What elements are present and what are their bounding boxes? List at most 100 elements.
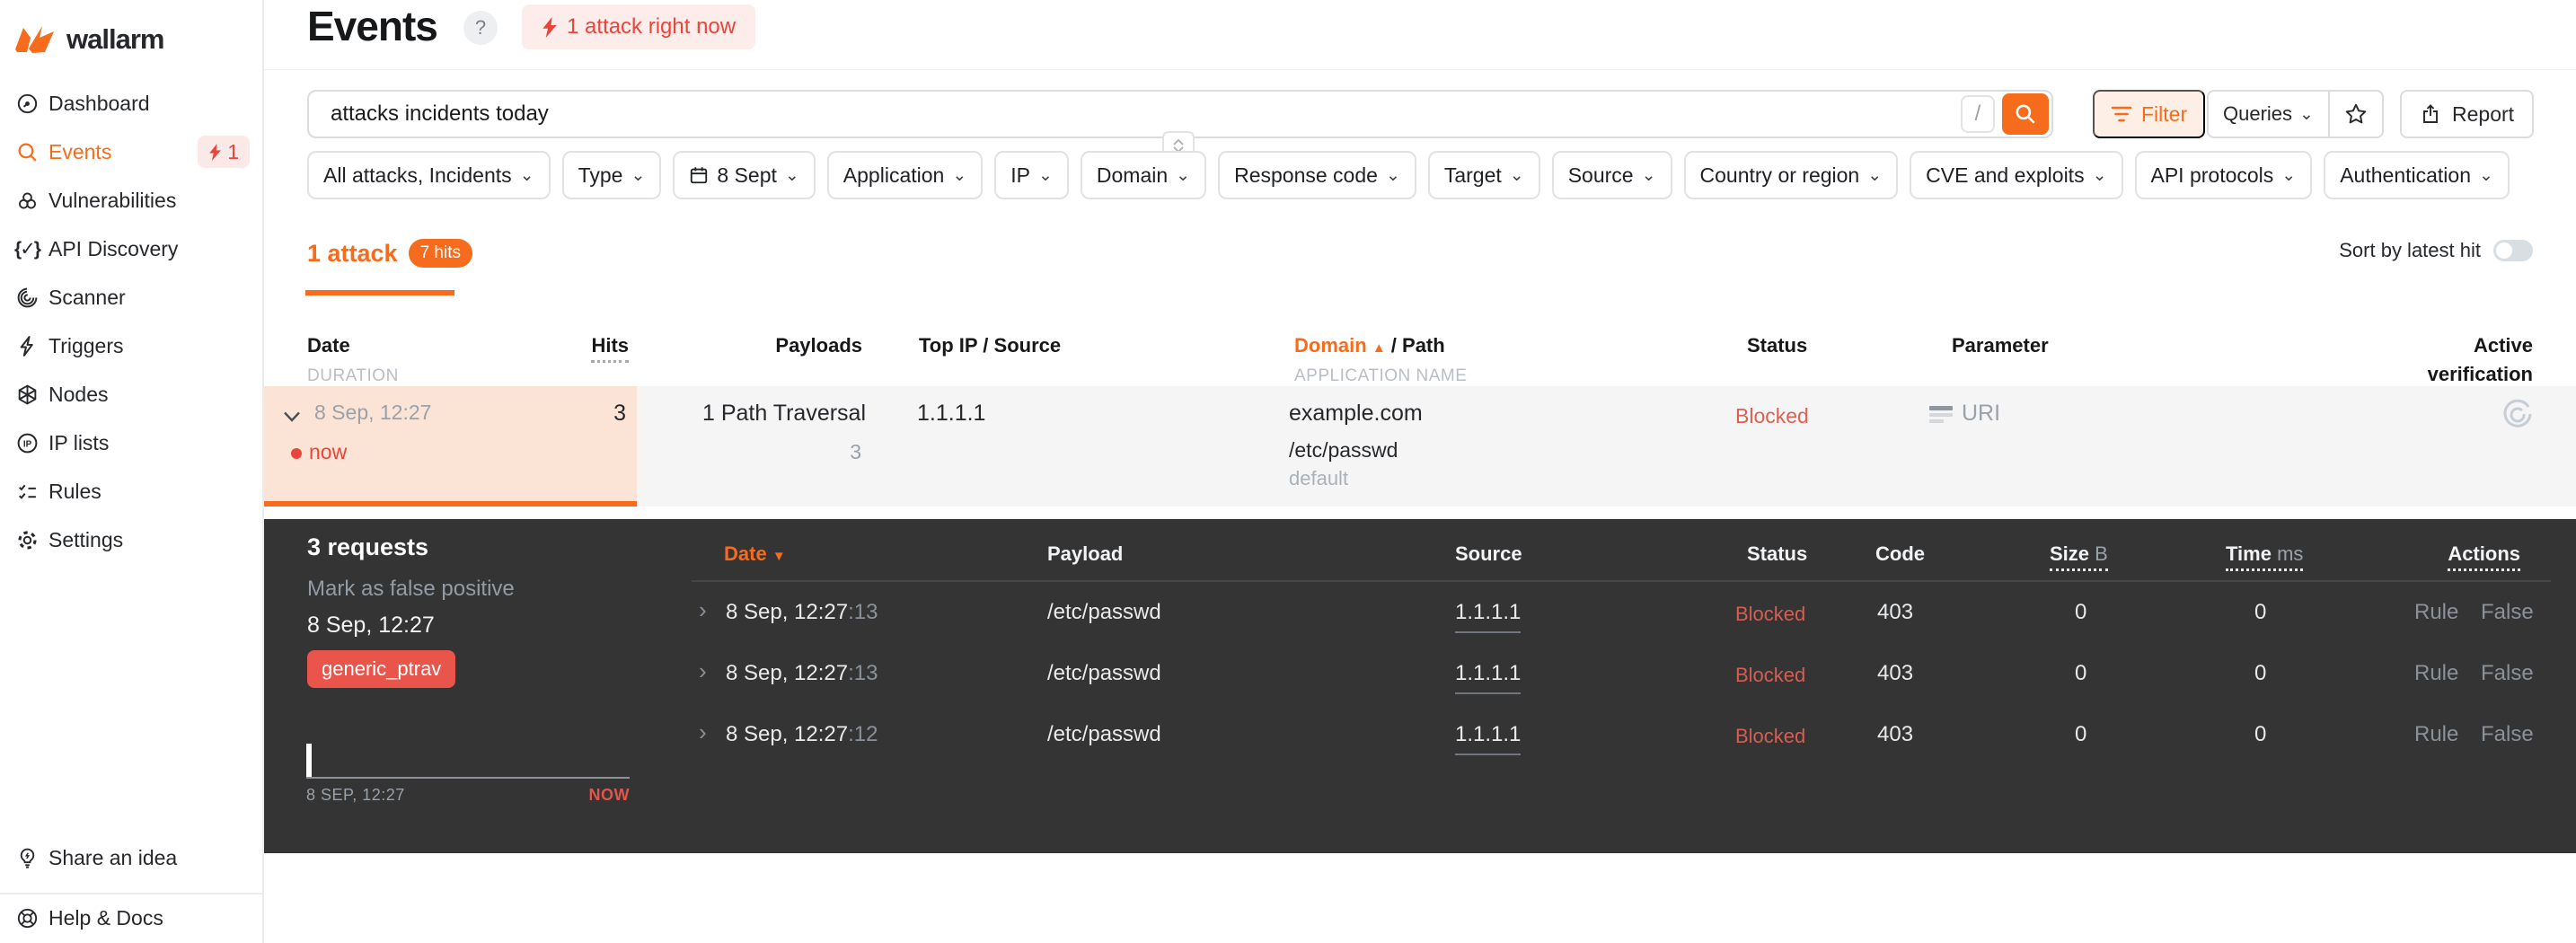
chip-label: API protocols	[2150, 163, 2274, 187]
col-date: Date	[307, 334, 350, 357]
chevron-down-icon: ⌄	[1641, 164, 1656, 185]
col-domain-path-sorted[interactable]: Domain ▲ / Path	[1294, 334, 1445, 357]
chip-api-protocols[interactable]: API protocols ⌄	[2134, 151, 2313, 199]
sidebar-item-label: IP lists	[49, 430, 110, 454]
queries-button-group: Queries ⌄	[2207, 90, 2384, 138]
queries-dropdown[interactable]: Queries ⌄	[2209, 92, 2328, 137]
request-source-link[interactable]: 1.1.1.1	[1455, 661, 1522, 694]
request-action-false[interactable]: False	[2481, 722, 2534, 747]
sidebar-item-vulnerabilities[interactable]: Vulnerabilities	[0, 176, 262, 225]
sidebar-item-share-idea[interactable]: Share an idea	[0, 833, 262, 882]
sidebar-item-settings[interactable]: Settings	[0, 516, 262, 564]
sidebar-item-label: Settings	[49, 527, 124, 551]
sidebar-item-api-discovery[interactable]: {✓} API Discovery	[0, 225, 262, 273]
attack-alert-badge[interactable]: 1 attack right now	[522, 4, 756, 49]
search-input[interactable]	[309, 101, 1961, 127]
chip-country[interactable]: Country or region ⌄	[1683, 151, 1899, 199]
chip-all-attacks-incidents[interactable]: All attacks, Incidents ⌄	[307, 151, 551, 199]
sort-toggle[interactable]	[2493, 240, 2533, 261]
chip-type[interactable]: Type ⌄	[561, 151, 662, 199]
attack-domain[interactable]: example.com	[1289, 401, 1423, 427]
request-action-rule[interactable]: Rule	[2414, 600, 2458, 625]
request-action-false[interactable]: False	[2481, 600, 2534, 625]
main-content: Events ? 1 attack right now / Filter Que…	[264, 0, 2576, 943]
request-action-false[interactable]: False	[2481, 661, 2534, 686]
request-time: 0	[2254, 722, 2267, 746]
lightning-icon	[15, 334, 39, 357]
chip-response-code[interactable]: Response code ⌄	[1218, 151, 1416, 199]
sidebar-item-dashboard[interactable]: Dashboard	[0, 79, 262, 128]
sidebar-item-ip-lists[interactable]: IP IP lists	[0, 419, 262, 467]
row-chevron-icon[interactable]: ›	[699, 718, 707, 746]
chip-date[interactable]: 8 Sept ⌄	[673, 151, 816, 199]
chart-end-label: NOW	[588, 786, 630, 804]
request-payload: /etc/passwd	[1047, 661, 1161, 685]
chip-authentication[interactable]: Authentication ⌄	[2324, 151, 2510, 199]
attack-table-header: Date DURATION Hits Payloads Top IP / Sou…	[264, 334, 2576, 385]
svg-text:IP: IP	[22, 439, 31, 449]
report-button[interactable]: Report	[2400, 90, 2535, 138]
sidebar-item-label: Triggers	[49, 333, 124, 357]
row-chevron-icon[interactable]: ›	[699, 657, 707, 685]
chevron-up-icon	[1173, 138, 1184, 145]
chip-source[interactable]: Source ⌄	[1551, 151, 1672, 199]
sidebar-item-nodes[interactable]: Nodes	[0, 370, 262, 419]
sidebar-item-label: Dashboard	[49, 91, 150, 115]
attack-top-ip[interactable]: 1.1.1.1	[917, 401, 985, 427]
help-icon[interactable]: ?	[463, 11, 498, 45]
sidebar-item-label: Events	[49, 139, 112, 163]
request-size: 0	[2075, 661, 2087, 685]
chevron-down-icon: ⌄	[2479, 164, 2493, 185]
dcol-time-sortable[interactable]: Time ms	[2226, 542, 2304, 571]
request-time: 0	[2254, 600, 2267, 624]
chip-ip[interactable]: IP ⌄	[994, 151, 1069, 199]
request-date: 8 Sep, 12:27:13	[726, 600, 878, 624]
chip-label: Country or region	[1699, 163, 1860, 187]
dcol-date-sorted[interactable]: Date ▼	[724, 542, 786, 566]
request-row[interactable]: › 8 Sep, 12:27:13 /etc/passwd 1.1.1.1 Bl…	[264, 595, 2576, 656]
requests-title: 3 requests	[307, 533, 429, 560]
chevron-down-icon: ⌄	[519, 164, 534, 185]
attack-row[interactable]: 8 Sep, 12:27 now 3 1 Path Traversal 3 1.…	[264, 386, 2576, 507]
filter-button[interactable]: Filter	[2093, 90, 2206, 138]
attack-hits: 3	[613, 401, 626, 426]
chevron-down-icon: ⌄	[1385, 164, 1400, 185]
sidebar-item-scanner[interactable]: Scanner	[0, 273, 262, 322]
search-button[interactable]	[2002, 93, 2049, 135]
request-row[interactable]: › 8 Sep, 12:27:13 /etc/passwd 1.1.1.1 Bl…	[264, 656, 2576, 717]
request-code: 403	[1877, 600, 1914, 624]
sidebar-item-triggers[interactable]: Triggers	[0, 322, 262, 370]
request-action-rule[interactable]: Rule	[2414, 722, 2458, 747]
dcol-size-sortable[interactable]: Size B	[2050, 542, 2108, 571]
brand-logo[interactable]: wallarm	[15, 23, 164, 56]
favorite-query-button[interactable]	[2327, 92, 2382, 137]
col-hits-sortable[interactable]: Hits	[539, 334, 629, 363]
chip-application[interactable]: Application ⌄	[826, 151, 984, 199]
sidebar-item-help-docs[interactable]: Help & Docs	[0, 893, 262, 941]
tab-attacks[interactable]: 1 attack 7 hits	[307, 239, 472, 268]
filter-button-label: Filter	[2141, 101, 2188, 126]
sidebar-item-rules[interactable]: Rules	[0, 467, 262, 516]
ip-lists-icon: IP	[15, 431, 39, 454]
request-source-link[interactable]: 1.1.1.1	[1455, 600, 1522, 633]
dcol-source: Source	[1455, 542, 1522, 565]
dcol-actions-sortable[interactable]: Actions	[2420, 542, 2520, 571]
gear-icon	[15, 528, 39, 551]
chart-start-label: 8 SEP, 12:27	[306, 786, 405, 804]
sidebar-item-label: Help & Docs	[49, 905, 163, 930]
active-verification-spinner-icon[interactable]	[2502, 399, 2533, 436]
chip-domain[interactable]: Domain ⌄	[1080, 151, 1207, 199]
chip-label: Target	[1443, 163, 1502, 187]
chip-label: All attacks, Incidents	[323, 163, 512, 187]
request-action-rule[interactable]: Rule	[2414, 661, 2458, 686]
row-chevron-icon[interactable]: ›	[699, 596, 707, 624]
row-expand-chevron[interactable]	[282, 404, 302, 429]
sort-label: Sort by latest hit	[2339, 239, 2481, 261]
header-divider	[264, 69, 2576, 70]
request-row[interactable]: › 8 Sep, 12:27:12 /etc/passwd 1.1.1.1 Bl…	[264, 717, 2576, 778]
chip-cve[interactable]: CVE and exploits ⌄	[1910, 151, 2123, 199]
chip-target[interactable]: Target ⌄	[1427, 151, 1540, 199]
sidebar-item-events[interactable]: Events 1	[0, 128, 262, 176]
hits-count-badge: 7 hits	[408, 239, 472, 268]
request-source-link[interactable]: 1.1.1.1	[1455, 722, 1522, 755]
